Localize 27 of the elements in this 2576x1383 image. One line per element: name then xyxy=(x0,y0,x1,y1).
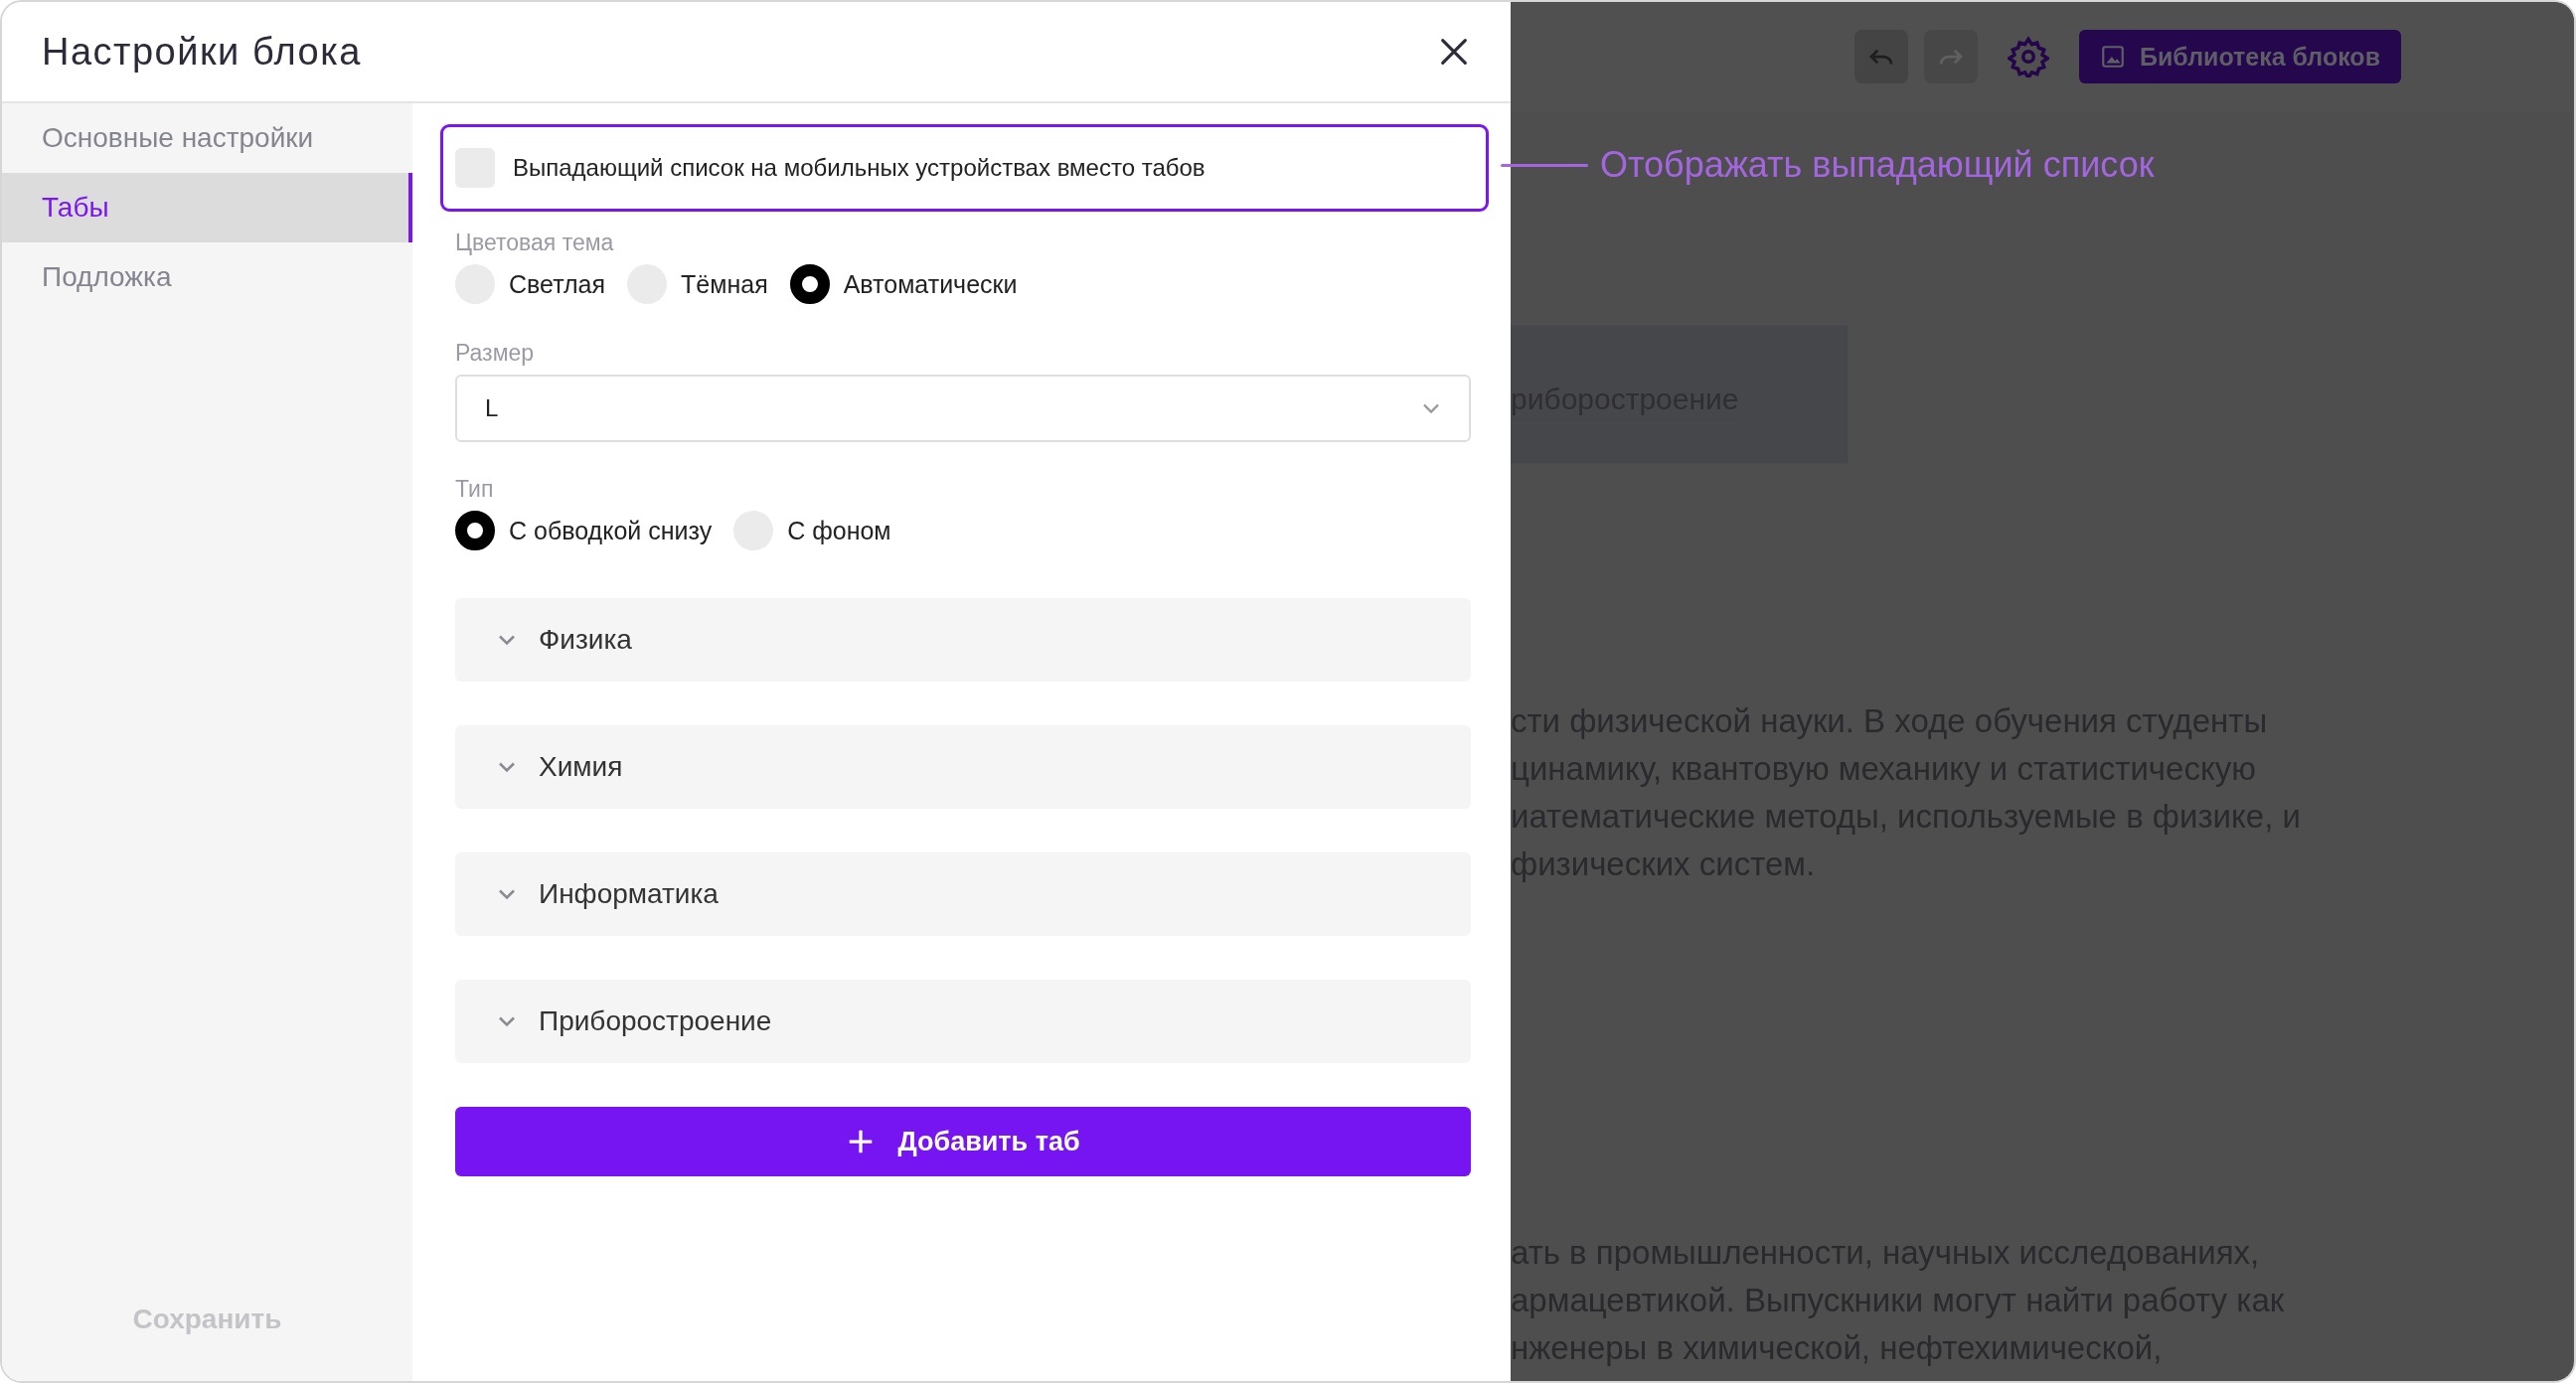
field-label: Размер xyxy=(455,340,535,367)
accordion-title: Информатика xyxy=(539,878,719,910)
undo-button[interactable] xyxy=(1854,30,1908,83)
radio-option[interactable]: С фоном xyxy=(733,511,891,550)
accordion-title: Приборостроение xyxy=(539,1005,772,1037)
size-select[interactable]: L xyxy=(455,375,1471,442)
field-label: Цветовая тема xyxy=(455,230,614,256)
image-icon xyxy=(2100,44,2126,70)
radio-option[interactable]: С обводкой снизу xyxy=(455,511,713,550)
modal-title: Настройки блока xyxy=(42,30,362,74)
sidebar-item[interactable]: Табы xyxy=(2,173,412,242)
add-tab-button[interactable]: Добавить таб xyxy=(455,1107,1471,1176)
field-label: Тип xyxy=(455,476,494,503)
radio-option[interactable]: Автоматически xyxy=(789,264,1018,304)
radio-option[interactable]: Тёмная xyxy=(627,264,768,304)
annotation-text: Отображать выпадающий список xyxy=(1600,144,2155,186)
radio-button[interactable] xyxy=(455,511,495,550)
settings-icon[interactable] xyxy=(2008,36,2049,77)
accordion-title: Физика xyxy=(539,624,632,656)
accordion-title: Химия xyxy=(539,751,623,783)
accordion-item[interactable]: Физика xyxy=(455,598,1471,682)
radio-button[interactable] xyxy=(789,264,830,304)
checkbox-label: Выпадающий список на мобильных устройствах вместо табов xyxy=(513,154,1206,182)
accordion-item[interactable]: Химия xyxy=(455,725,1471,809)
accordion-item[interactable]: Приборостроение xyxy=(455,980,1471,1063)
radio-option[interactable]: Светлая xyxy=(455,264,606,304)
accordion-item[interactable]: Информатика xyxy=(455,852,1471,936)
